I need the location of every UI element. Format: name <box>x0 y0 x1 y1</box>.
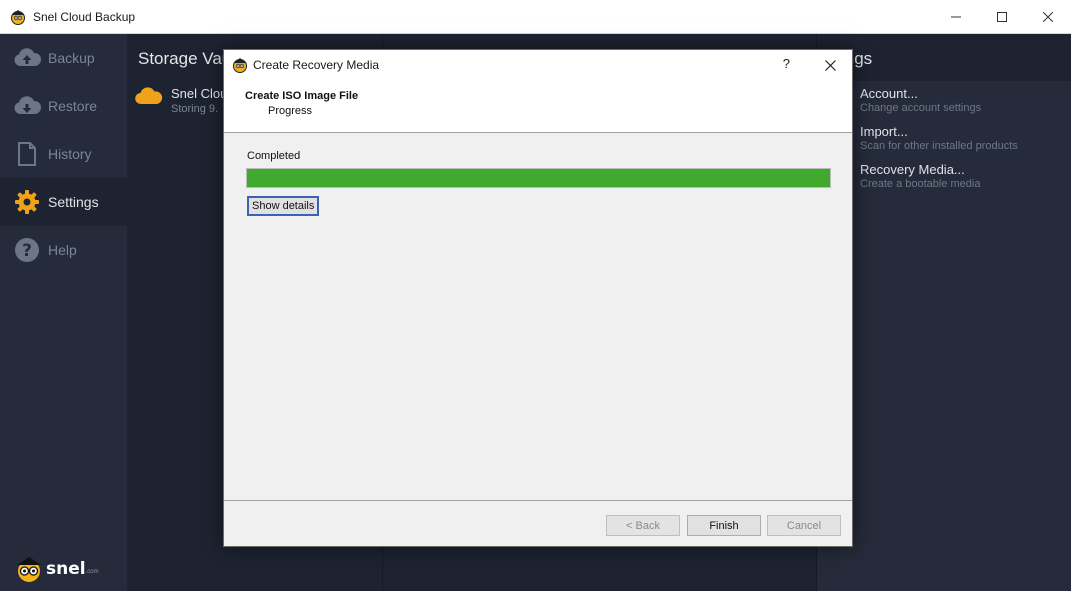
sidebar-item-label: Restore <box>48 98 98 114</box>
dialog-help-button[interactable]: ? <box>783 56 790 71</box>
snel-logo-icon <box>11 9 25 25</box>
setting-subtitle: Scan for other installed products <box>860 140 1018 152</box>
sidebar-item-settings[interactable]: Settings <box>0 178 127 226</box>
maximize-icon <box>997 12 1007 22</box>
brand-name: snel <box>46 559 86 579</box>
snel-mascot-icon <box>17 557 41 582</box>
sidebar-item-help[interactable]: ? Help <box>0 226 127 274</box>
window-titlebar: Snel Cloud Backup <box>0 0 1071 34</box>
dialog-heading: Create ISO Image File <box>245 90 359 102</box>
minimize-button[interactable] <box>933 0 979 34</box>
cloud-download-icon <box>13 92 41 120</box>
setting-subtitle: Change account settings <box>860 102 982 114</box>
footer-divider <box>224 500 852 501</box>
setting-title: Import... <box>860 124 908 139</box>
progress-status: Completed <box>247 150 301 162</box>
setting-item-recovery-media[interactable]: Recovery Media... Create a bootable medi… <box>860 162 980 190</box>
sidebar-item-label: Help <box>48 242 77 258</box>
show-details-button[interactable]: Show details <box>247 196 320 216</box>
gear-icon <box>13 188 41 216</box>
window-controls <box>933 0 1071 34</box>
sidebar-item-label: History <box>48 146 92 162</box>
finish-button[interactable]: Finish <box>687 515 761 536</box>
vault-item[interactable]: Snel Clou Storing 9. <box>135 86 227 115</box>
sidebar-item-label: Settings <box>48 194 99 210</box>
setting-title: Recovery Media... <box>860 162 965 177</box>
setting-item-account[interactable]: Account... Change account settings <box>860 86 981 114</box>
sidebar-item-label: Backup <box>48 50 95 66</box>
document-icon <box>13 140 41 168</box>
pane-title: Storage Vaul <box>138 49 236 68</box>
dialog-title: Create Recovery Media <box>253 58 380 72</box>
close-icon <box>825 60 836 71</box>
minimize-icon <box>951 16 961 18</box>
cloud-upload-icon <box>13 44 41 72</box>
back-button[interactable]: < Back <box>606 515 680 536</box>
snel-logo-icon <box>233 58 247 73</box>
sidebar-item-restore[interactable]: Restore <box>0 82 127 130</box>
dialog-subheading: Progress <box>268 105 313 117</box>
sidebar: Backup Restore History Settings ? Help s… <box>0 34 127 591</box>
settings-pane: ings Account... Change account settings … <box>817 34 1071 591</box>
close-icon <box>1043 12 1053 22</box>
vault-subtitle: Storing 9. <box>171 103 219 115</box>
setting-item-import[interactable]: Import... Scan for other installed produ… <box>860 124 1018 152</box>
create-recovery-media-dialog: Create Recovery Media ? Create ISO Image… <box>223 49 853 547</box>
window-title: Snel Cloud Backup <box>33 9 136 24</box>
brand-tld: .com <box>85 569 99 575</box>
progress-bar <box>246 168 831 188</box>
close-button[interactable] <box>1025 0 1071 34</box>
dialog-header: Create Recovery Media ? Create ISO Image… <box>224 50 852 133</box>
cancel-button[interactable]: Cancel <box>767 515 841 536</box>
question-icon: ? <box>13 236 41 264</box>
vault-name: Snel Clou <box>171 86 228 101</box>
sidebar-item-history[interactable]: History <box>0 130 127 178</box>
svg-text:?: ? <box>22 241 32 261</box>
setting-title: Account... <box>860 86 918 101</box>
dialog-titlebar: Create Recovery Media <box>224 50 852 80</box>
maximize-button[interactable] <box>979 0 1025 34</box>
brand-logo: snel .com <box>14 554 99 584</box>
sidebar-item-backup[interactable]: Backup <box>0 34 127 82</box>
progress-bar-fill <box>247 169 830 187</box>
settings-header: ings <box>817 34 1071 81</box>
dialog-close-button[interactable] <box>825 58 836 76</box>
cloud-icon <box>135 87 163 105</box>
setting-subtitle: Create a bootable media <box>860 178 981 190</box>
